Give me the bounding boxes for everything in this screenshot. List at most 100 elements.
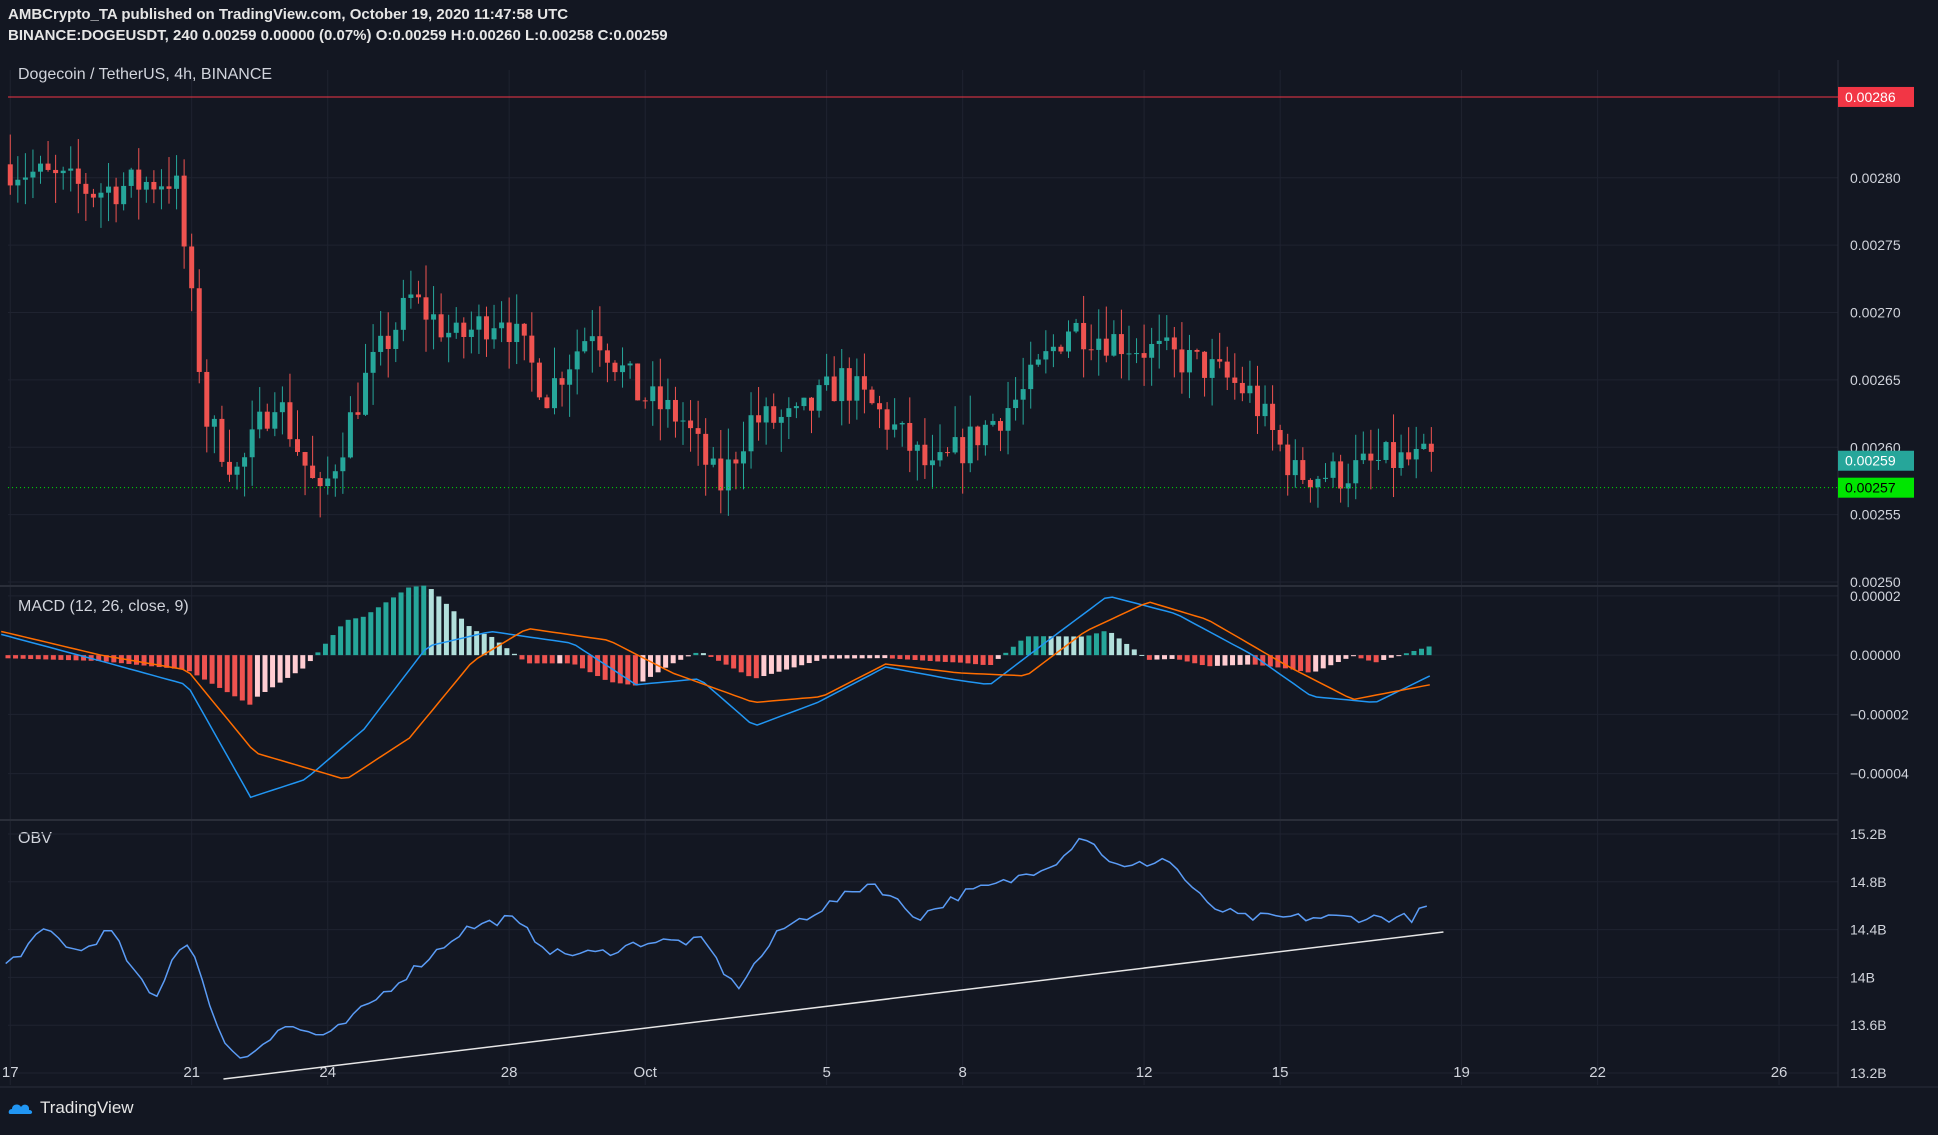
- macd-bar: [905, 655, 911, 660]
- candle-body: [60, 170, 66, 174]
- x-tick-8: 15: [1272, 1064, 1289, 1081]
- candle-body: [310, 465, 316, 479]
- macd-bar: [1169, 655, 1175, 659]
- candle-body: [1254, 385, 1260, 417]
- candle-body: [1035, 359, 1041, 365]
- candle-body: [415, 294, 421, 298]
- y-tick-1-0: 0.00002: [1850, 588, 1901, 604]
- macd-bar: [35, 655, 41, 660]
- candle-body: [340, 457, 346, 472]
- candle-body: [1066, 331, 1072, 352]
- candle-body: [1406, 452, 1412, 460]
- candle-body: [1375, 459, 1381, 461]
- macd-bar: [731, 655, 737, 669]
- macd-histogram: [5, 585, 1432, 705]
- macd-bar: [557, 655, 563, 664]
- candle-body: [264, 411, 270, 429]
- macd-bar: [65, 655, 71, 661]
- support-price-label: 0.00257: [1845, 480, 1896, 496]
- macd-bar: [1124, 643, 1130, 656]
- macd-bar: [806, 655, 812, 664]
- macd-bar: [504, 648, 510, 656]
- macd-bar: [247, 655, 253, 705]
- candle-body: [929, 460, 935, 466]
- candle-body: [166, 186, 172, 189]
- candle-body: [604, 350, 610, 363]
- macd-bar: [1093, 633, 1099, 656]
- macd-bar: [572, 655, 578, 665]
- candle-body: [219, 418, 225, 462]
- candle-body: [1232, 377, 1238, 383]
- macd-bar: [466, 626, 472, 656]
- macd-bar: [1373, 655, 1379, 663]
- macd-bar: [700, 653, 706, 656]
- candle-body: [1058, 346, 1064, 352]
- macd-bar: [1366, 655, 1372, 661]
- candle-body: [567, 369, 573, 385]
- macd-bar: [693, 652, 699, 656]
- candle-body: [529, 335, 535, 363]
- macd-bar: [1177, 655, 1183, 660]
- tradingview-logo[interactable]: TradingView: [8, 1098, 134, 1118]
- macd-bar: [988, 655, 994, 665]
- candle-body: [801, 397, 807, 407]
- candle-body: [400, 297, 406, 330]
- candle-body: [249, 429, 255, 458]
- macd-bar: [1245, 655, 1251, 665]
- candle-body: [234, 466, 240, 475]
- candle-body: [786, 408, 792, 417]
- candle-body: [967, 426, 973, 464]
- macd-bar: [829, 655, 835, 659]
- macd-bar: [889, 655, 895, 659]
- macd-bar: [43, 655, 49, 660]
- macd-bar: [776, 655, 782, 672]
- macd-bar: [549, 655, 555, 664]
- macd-bar: [481, 633, 487, 656]
- macd-bar: [322, 643, 328, 656]
- candle-body: [393, 329, 399, 349]
- candle-body: [521, 323, 527, 336]
- candle-body: [1118, 334, 1124, 355]
- macd-bar: [1192, 655, 1198, 664]
- candle-body: [1368, 453, 1374, 461]
- macd-bar: [738, 655, 744, 673]
- candle-body: [355, 412, 361, 415]
- tradingview-brand: TradingView: [40, 1098, 134, 1117]
- macd-bar: [602, 655, 608, 680]
- candle-body: [211, 418, 217, 427]
- candle-body: [499, 322, 505, 329]
- macd-bar: [1010, 646, 1016, 656]
- candle-body: [831, 376, 837, 402]
- macd-bar: [527, 655, 533, 664]
- x-tick-9: 19: [1453, 1064, 1470, 1081]
- candle-body: [1043, 351, 1049, 360]
- candle-body: [1217, 359, 1223, 362]
- macd-bar: [209, 655, 215, 684]
- last-price-label: 0.00259: [1845, 453, 1896, 469]
- candle-body: [1315, 478, 1321, 488]
- macd-bar: [391, 597, 397, 656]
- candle-body: [1020, 389, 1026, 400]
- macd-bar: [950, 655, 956, 663]
- candle-body: [1141, 353, 1147, 358]
- macd-bar: [678, 655, 684, 660]
- candle-body: [778, 416, 784, 423]
- chart-canvas[interactable]: 0.002800.002750.002700.002650.002600.002…: [0, 0, 1938, 1135]
- macd-bar: [716, 655, 722, 661]
- macd-bar: [353, 618, 359, 656]
- candle-body: [242, 457, 248, 467]
- candle-body: [763, 406, 769, 423]
- macd-bar: [746, 655, 752, 677]
- macd-bar: [753, 655, 759, 679]
- macd-bar: [1184, 655, 1190, 662]
- macd-bar: [1237, 655, 1243, 665]
- candle-body: [740, 451, 746, 464]
- x-tick-5: 5: [822, 1064, 830, 1081]
- macd-bar: [957, 655, 963, 663]
- y-tick-2-4: 13.6B: [1850, 1017, 1887, 1033]
- candle-body: [1413, 448, 1419, 460]
- candle-body: [665, 399, 671, 410]
- macd-bar: [73, 655, 79, 661]
- macd-bar: [50, 655, 56, 660]
- candle-body: [113, 186, 119, 205]
